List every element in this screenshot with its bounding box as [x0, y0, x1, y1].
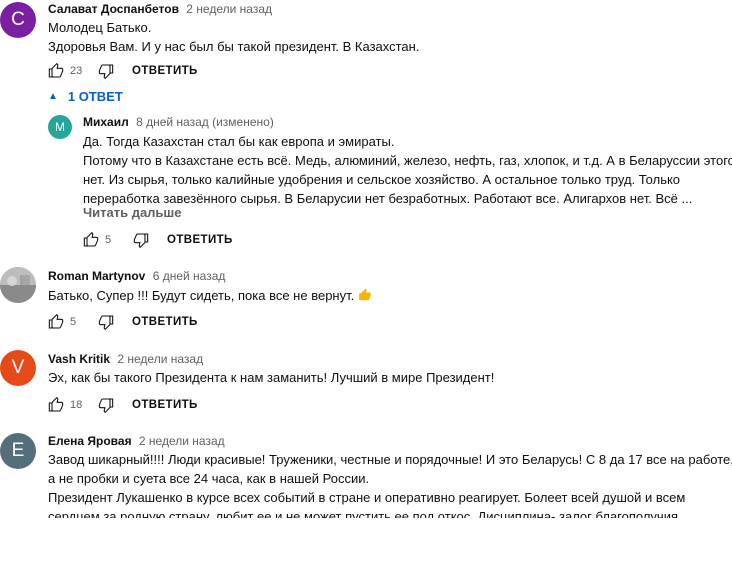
photo-avatar-image: [0, 267, 36, 303]
reply-button[interactable]: ОТВЕТИТЬ: [132, 316, 198, 328]
avatar-letter: С: [11, 9, 25, 30]
thumbs-down-icon[interactable]: [98, 63, 114, 79]
comment-author[interactable]: Елена Яровая: [48, 434, 132, 448]
comment-line: нет. Из сырья, только калийные удобрения…: [83, 172, 681, 187]
comment-header: Roman Martynov 6 дней назад: [48, 269, 225, 283]
comment-line: Потому что в Казахстане есть всё. Медь, …: [83, 153, 732, 168]
comment-line-text: Батько, Супер !!! Будут сидеть, пока все…: [48, 288, 355, 303]
comment-actions: 18 ОТВЕТИТЬ: [48, 395, 198, 415]
comment-text: Да. Тогда Казахстан стал бы как европа и…: [83, 132, 732, 208]
chevron-up-icon: ▲: [48, 91, 58, 102]
comment-time[interactable]: 8 дней назад (изменено): [136, 115, 274, 129]
thumbs-up-icon[interactable]: [83, 232, 99, 248]
comment-line: Завод шикарный!!!! Люди красивые! Тружен…: [48, 452, 732, 467]
avatar-letter: V: [11, 357, 25, 378]
comment-line: Да. Тогда Казахстан стал бы как европа и…: [83, 134, 395, 149]
avatar-letter: М: [55, 120, 65, 134]
comment-author[interactable]: Vash Kritik: [48, 352, 110, 366]
avatar[interactable]: [0, 267, 36, 303]
comment-author[interactable]: Михаил: [83, 115, 129, 129]
avatar[interactable]: С: [0, 2, 36, 38]
thumbs-up-icon[interactable]: [48, 63, 64, 79]
thumbs-down-icon[interactable]: [98, 397, 114, 413]
thumbs-up-icon[interactable]: [48, 397, 64, 413]
comment-header: Михаил 8 дней назад (изменено): [83, 115, 274, 129]
comment-actions: 23 ОТВЕТИТЬ: [48, 61, 198, 81]
comments-list: С Салават Доспанбетов 2 недели назад Мол…: [0, 0, 732, 518]
avatar[interactable]: V: [0, 350, 36, 386]
replies-toggle-button[interactable]: ▲ 1 ОТВЕТ: [48, 89, 123, 104]
comment-text: Эх, как бы такого Президента к нам заман…: [48, 368, 494, 387]
comment-text: Батько, Супер !!! Будут сидеть, пока все…: [48, 286, 372, 305]
comment-actions: 5 ОТВЕТИТЬ: [83, 230, 233, 250]
reply-button[interactable]: ОТВЕТИТЬ: [132, 65, 198, 77]
like-count: 5: [105, 234, 112, 246]
comment-header: Салават Доспанбетов 2 недели назад: [48, 2, 272, 16]
like-count: 5: [70, 316, 77, 328]
comment-time[interactable]: 2 недели назад: [117, 352, 203, 366]
thumbs-up-icon[interactable]: [48, 314, 64, 330]
comment-line: Президент Лукашенко в курсе всех событий…: [48, 490, 686, 505]
comment-header: Елена Яровая 2 недели назад: [48, 434, 225, 448]
comment-line: сердцем за родную страну, любит ее и не …: [48, 509, 682, 518]
avatar[interactable]: Е: [0, 433, 36, 469]
avatar-letter: Е: [11, 440, 25, 461]
comment-author[interactable]: Салават Доспанбетов: [48, 2, 179, 16]
thumbs-down-icon[interactable]: [133, 232, 149, 248]
like-count: 23: [70, 65, 83, 77]
thumbs-down-icon[interactable]: [98, 314, 114, 330]
thumbs-up-emoji-icon: [358, 288, 372, 302]
comment-time[interactable]: 2 недели назад: [139, 434, 225, 448]
reply-button[interactable]: ОТВЕТИТЬ: [167, 234, 233, 246]
like-count: 18: [70, 399, 83, 411]
avatar[interactable]: М: [48, 115, 72, 139]
comment-time[interactable]: 2 недели назад: [186, 2, 272, 16]
replies-count-label: 1 ОТВЕТ: [67, 89, 123, 104]
comment-text: Завод шикарный!!!! Люди красивые! Тружен…: [48, 450, 732, 518]
reply-button[interactable]: ОТВЕТИТЬ: [132, 399, 198, 411]
comment-line: Эх, как бы такого Президента к нам заман…: [48, 370, 495, 385]
comment-author[interactable]: Roman Martynov: [48, 269, 145, 283]
read-more-link[interactable]: Читать дальше: [83, 205, 182, 220]
comment-line: а не пробки и суета все 24 часа, как в н…: [48, 471, 370, 486]
comment-text: Молодец Батько. Здоровья Вам. И у нас бы…: [48, 18, 419, 56]
comment-time[interactable]: 6 дней назад: [153, 269, 226, 283]
comment-line: Здоровья Вам. И у нас был бы такой прези…: [48, 39, 420, 54]
comment-header: Vash Kritik 2 недели назад: [48, 352, 203, 366]
comment-line: Молодец Батько.: [48, 20, 152, 35]
comment-actions: 5 ОТВЕТИТЬ: [48, 312, 198, 332]
comment-line: Батько, Супер !!! Будут сидеть, пока все…: [48, 286, 372, 305]
